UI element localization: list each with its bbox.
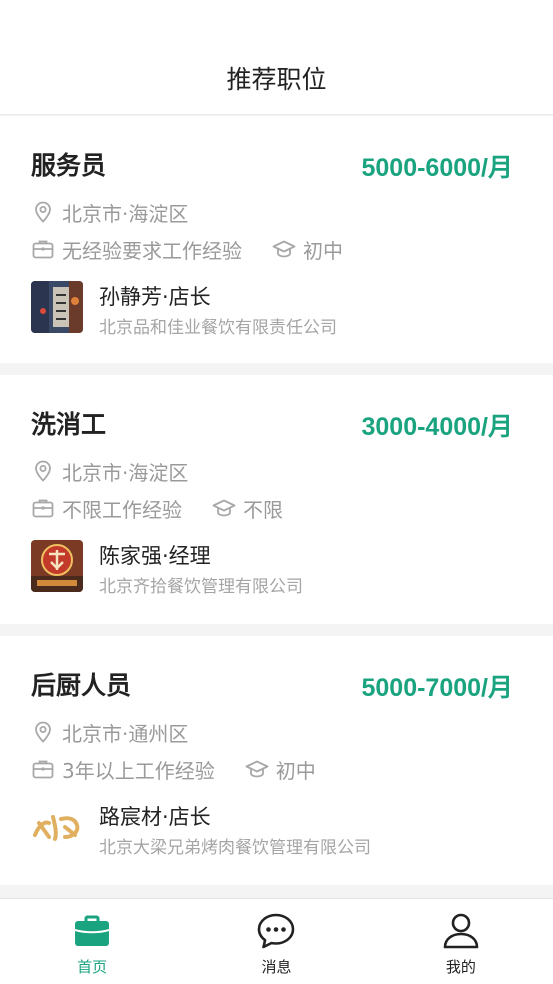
job-salary: 3000-4000/月 [361, 413, 513, 441]
tab-label: 我的 [445, 958, 476, 976]
recruiter-name: 孙静芳·店长 [99, 285, 211, 309]
chat-bubble-icon [256, 911, 296, 951]
job-education: 初中 [303, 238, 343, 263]
company-name: 北京齐拾餐饮管理有限公司 [99, 577, 303, 597]
tab-label: 首页 [77, 958, 108, 976]
job-experience: 不限工作经验 [62, 497, 182, 522]
tab-messages[interactable]: 消息 [184, 899, 368, 984]
job-location: 北京市·通州区 [62, 721, 189, 746]
job-requirements-row: 3年以上工作经验 初中 [31, 755, 316, 783]
job-title: 服务员 [31, 151, 107, 180]
job-location-row: 北京市·通州区 [31, 718, 188, 746]
job-location-row: 北京市·海淀区 [31, 198, 188, 226]
job-card[interactable]: 后厨人员 5000-7000/月 北京市·通州区 3年以上工作经验 初中 路宸材… [0, 636, 553, 885]
bottom-tab-bar: 首页 消息 我的 [0, 898, 553, 984]
job-title: 后厨人员 [31, 671, 132, 700]
job-list: 服务员 5000-6000/月 北京市·海淀区 无经验要求工作经验 初中 孙静芳… [0, 116, 553, 897]
job-card[interactable]: 服务员 5000-6000/月 北京市·海淀区 无经验要求工作经验 初中 孙静芳… [0, 116, 553, 363]
job-requirements-row: 无经验要求工作经验 初中 [31, 235, 343, 263]
location-pin-icon [31, 200, 55, 224]
location-pin-icon [31, 720, 55, 744]
company-name: 北京品和佳业餐饮有限责任公司 [99, 318, 337, 338]
recruiter-avatar [31, 540, 83, 592]
user-icon [441, 911, 481, 951]
recruiter-name: 陈家强·经理 [99, 544, 211, 568]
job-experience: 3年以上工作经验 [62, 758, 215, 783]
recruiter-avatar [31, 281, 83, 333]
job-requirements-row: 不限工作经验 不限 [31, 494, 283, 522]
graduation-cap-icon [245, 757, 269, 781]
job-location-row: 北京市·海淀区 [31, 457, 188, 485]
job-salary: 5000-7000/月 [361, 674, 513, 702]
job-salary: 5000-6000/月 [361, 154, 513, 182]
job-location: 北京市·海淀区 [62, 460, 189, 485]
briefcase-icon [31, 237, 55, 261]
graduation-cap-icon [272, 237, 296, 261]
briefcase-icon [31, 757, 55, 781]
top-header: 推荐职位 [0, 0, 553, 115]
tab-profile[interactable]: 我的 [369, 899, 553, 984]
company-name: 北京大梁兄弟烤肉餐饮管理有限公司 [99, 838, 371, 858]
recruiter-avatar [31, 801, 83, 853]
tab-label: 消息 [261, 958, 292, 976]
briefcase-icon [31, 496, 55, 520]
tab-home[interactable]: 首页 [0, 899, 184, 984]
page-title: 推荐职位 [226, 65, 327, 94]
briefcase-icon [72, 911, 112, 951]
job-experience: 无经验要求工作经验 [62, 238, 242, 263]
job-title: 洗消工 [31, 410, 107, 439]
graduation-cap-icon [212, 496, 236, 520]
job-education: 初中 [275, 758, 316, 783]
recruiter-name: 路宸材·店长 [99, 805, 211, 829]
job-card[interactable]: 洗消工 3000-4000/月 北京市·海淀区 不限工作经验 不限 陈家强·经理… [0, 375, 553, 624]
location-pin-icon [31, 459, 55, 483]
job-education: 不限 [243, 497, 283, 522]
job-location: 北京市·海淀区 [62, 201, 189, 226]
